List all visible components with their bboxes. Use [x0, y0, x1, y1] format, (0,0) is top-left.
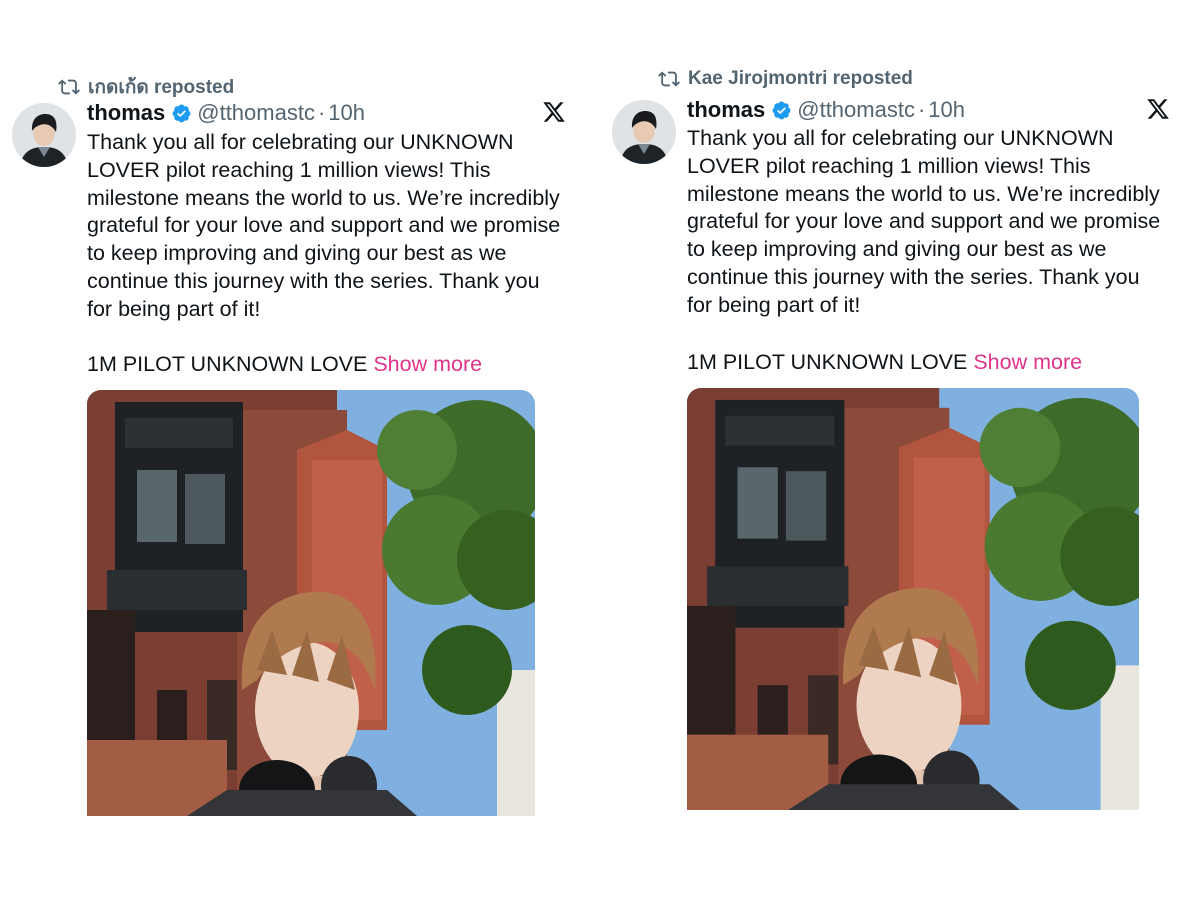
repost-indicator: เกดเก้ด reposted [58, 72, 234, 102]
verified-badge-icon [771, 100, 792, 121]
tagline-text: 1M PILOT UNKNOWN LOVE [687, 350, 968, 374]
repost-icon [658, 68, 680, 90]
verified-badge-icon [171, 103, 192, 124]
tweet-tagline: 1M PILOT UNKNOWN LOVE Show more [687, 348, 1082, 376]
tweet-body: Thank you all for celebrating our UNKNOW… [687, 126, 1161, 317]
author-handle[interactable]: @tthomastc [197, 100, 315, 126]
author-handle[interactable]: @tthomastc [797, 97, 915, 123]
x-logo-icon[interactable] [1146, 97, 1170, 121]
author-name[interactable]: thomas [687, 97, 765, 123]
repost-text: Kae Jirojmontri reposted [688, 68, 913, 89]
repost-indicator: Kae Jirojmontri reposted [658, 68, 913, 90]
repost-icon [58, 76, 80, 98]
tagline-text: 1M PILOT UNKNOWN LOVE [87, 352, 368, 376]
x-logo-icon[interactable] [542, 100, 566, 124]
tweet-card-right[interactable]: Kae Jirojmontri reposted thomas @tthomas… [600, 0, 1200, 900]
show-more-link[interactable]: Show more [973, 350, 1082, 374]
separator-dot: · [317, 100, 326, 125]
tweet-tagline: 1M PILOT UNKNOWN LOVE Show more [87, 350, 482, 378]
author-row: thomas @tthomastc · 10h [87, 100, 365, 126]
author-row: thomas @tthomastc · 10h [687, 97, 965, 123]
timestamp[interactable]: 10h [328, 100, 365, 126]
tweet-body: Thank you all for celebrating our UNKNOW… [87, 130, 561, 321]
avatar[interactable] [12, 103, 76, 167]
avatar[interactable] [612, 100, 676, 164]
repost-text: เกดเก้ด reposted [88, 77, 235, 98]
tweet-photo[interactable] [87, 390, 535, 816]
timestamp[interactable]: 10h [928, 97, 965, 123]
author-name[interactable]: thomas [87, 100, 165, 126]
separator-dot: · [917, 97, 926, 122]
tweet-photo[interactable] [687, 388, 1139, 810]
show-more-link[interactable]: Show more [373, 352, 482, 376]
tweet-card-left[interactable]: เกดเก้ด reposted thomas @tthomastc · 10h… [0, 0, 600, 900]
